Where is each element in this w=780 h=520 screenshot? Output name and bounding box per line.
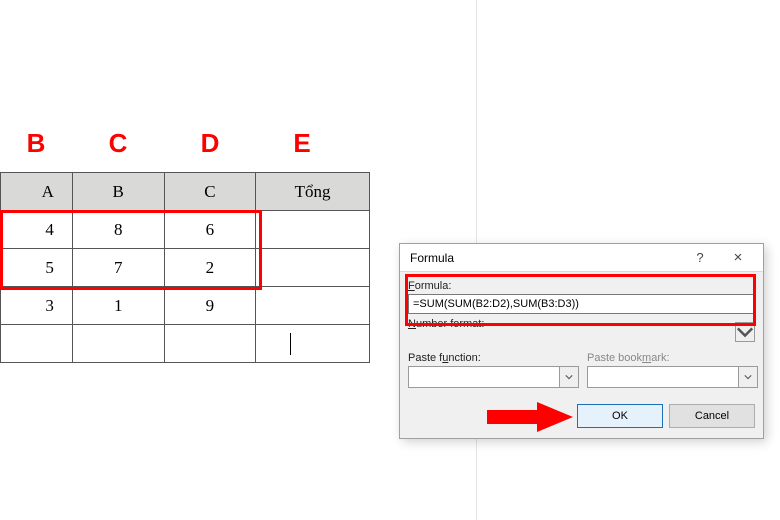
table-cell[interactable]: 3: [1, 287, 73, 325]
chevron-down-icon: [565, 373, 573, 381]
column-letter: B: [0, 128, 72, 159]
table-cell[interactable]: 1: [72, 287, 164, 325]
table-cell[interactable]: [256, 211, 370, 249]
column-letter-row: B C D E: [0, 128, 348, 159]
table-cell[interactable]: 9: [164, 287, 256, 325]
word-table[interactable]: A B C Tổng 4 8 6 5 7 2 3 1 9: [0, 172, 370, 363]
table-cell[interactable]: [164, 325, 256, 363]
paste-function-dropdown-button[interactable]: [559, 366, 579, 388]
paste-bookmark-input[interactable]: [587, 366, 738, 388]
table-header-cell[interactable]: Tổng: [256, 173, 370, 211]
paste-bookmark-dropdown-button[interactable]: [738, 366, 758, 388]
paste-bookmark-label: Paste bookmark:: [587, 352, 758, 364]
paste-function-label: Paste function:: [408, 352, 579, 364]
table-header-row: A B C Tổng: [1, 173, 370, 211]
table-row[interactable]: [1, 325, 370, 363]
number-format-dropdown-button[interactable]: [735, 322, 755, 342]
cancel-button[interactable]: Cancel: [669, 404, 755, 428]
dialog-title: Formula: [410, 251, 454, 265]
dialog-body: Formula: Number format: Paste function:: [400, 272, 763, 396]
column-letter: C: [72, 128, 164, 159]
table-row[interactable]: 5 7 2: [1, 249, 370, 287]
table-cell[interactable]: [256, 287, 370, 325]
table-header-cell[interactable]: B: [72, 173, 164, 211]
text-caret: [290, 333, 291, 355]
table-cell[interactable]: [256, 325, 370, 363]
table-cell[interactable]: 8: [72, 211, 164, 249]
formula-input[interactable]: [408, 294, 755, 314]
table-row[interactable]: 4 8 6: [1, 211, 370, 249]
table-header-cell[interactable]: C: [164, 173, 256, 211]
column-letter: D: [164, 128, 256, 159]
chevron-down-icon: [736, 323, 754, 341]
table-cell[interactable]: 5: [1, 249, 73, 287]
help-icon: ?: [696, 250, 703, 265]
table-cell[interactable]: [72, 325, 164, 363]
table-cell[interactable]: 6: [164, 211, 256, 249]
formula-label: Formula:: [408, 280, 755, 292]
paste-function-input[interactable]: [408, 366, 559, 388]
dialog-titlebar[interactable]: Formula ? ×: [400, 244, 763, 272]
close-icon: ×: [734, 249, 743, 266]
dialog-close-button[interactable]: ×: [719, 245, 757, 271]
formula-dialog: Formula ? × Formula: Number format: Past…: [399, 243, 764, 439]
paste-bookmark-combo[interactable]: [587, 366, 758, 388]
table-cell[interactable]: 7: [72, 249, 164, 287]
table-cell[interactable]: 4: [1, 211, 73, 249]
table-row[interactable]: 3 1 9: [1, 287, 370, 325]
column-letter: E: [256, 128, 348, 159]
table-cell[interactable]: [1, 325, 73, 363]
dialog-help-button[interactable]: ?: [681, 245, 719, 271]
dialog-button-row: OK Cancel: [400, 396, 763, 438]
table-header-cell[interactable]: A: [1, 173, 73, 211]
table-cell[interactable]: [256, 249, 370, 287]
chevron-down-icon: [744, 373, 752, 381]
table-cell[interactable]: 2: [164, 249, 256, 287]
number-format-label: Number format:: [408, 318, 755, 330]
paste-function-combo[interactable]: [408, 366, 579, 388]
ok-button[interactable]: OK: [577, 404, 663, 428]
